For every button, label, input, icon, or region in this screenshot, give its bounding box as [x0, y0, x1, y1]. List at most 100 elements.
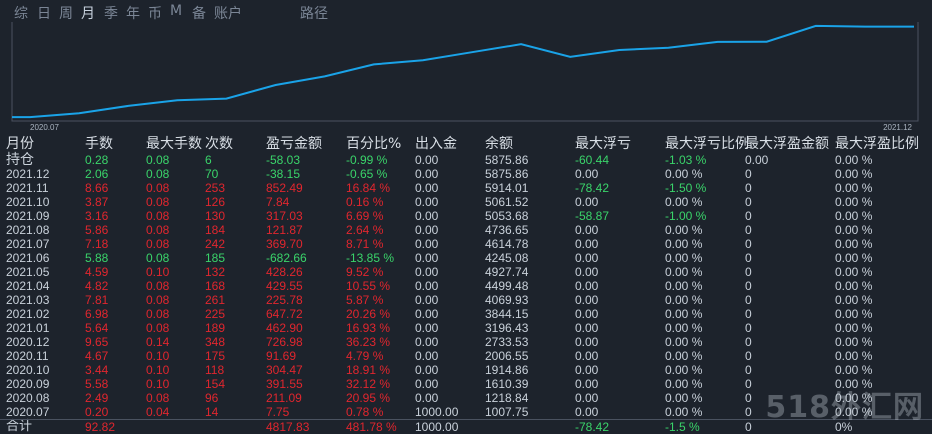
tab-7[interactable]: 币 — [148, 3, 162, 23]
tab-2[interactable]: 日 — [37, 3, 51, 23]
cell-month: 2021.10 — [6, 195, 50, 209]
table-row[interactable]: 持仓 0.28 0.08 6 -58.03 -0.99 % 0.00 5875.86 -60.4… — [0, 153, 932, 167]
header-percent[interactable]: 百分比% — [346, 136, 401, 153]
tab-8[interactable]: M — [170, 3, 182, 19]
cell-max-float-profit: 0 — [745, 195, 752, 209]
cell-max-float-loss: 0.00 — [575, 307, 599, 321]
cell-lots: 5.86 — [85, 223, 109, 237]
cell-percent: -0.65 % — [346, 167, 388, 181]
table-header: 月份 手数 最大手数 次数 盈亏金额 百分比% 出入金 余额 最大浮亏 最大浮亏比例 最大浮盈金额最… — [0, 136, 932, 153]
cell-count: 184 — [205, 223, 226, 237]
cell-max-float-loss: 0.00 — [575, 251, 599, 265]
cell-pnl: 391.55 — [266, 377, 303, 391]
cell-pnl: 462.90 — [266, 321, 303, 335]
tab-11[interactable]: 路径 — [300, 3, 328, 23]
cell-max-float-loss: 0.00 — [575, 391, 599, 405]
cell-percent: 18.91 % — [346, 363, 391, 377]
tab-4[interactable]: 月 — [81, 3, 95, 23]
table-row[interactable]: 2020.10 3.44 0.10 118 304.47 18.91 % 0.00 1914.… — [0, 363, 932, 377]
cell-count: 70 — [205, 167, 219, 181]
cell-deposit: 0.00 — [415, 265, 439, 279]
table-row[interactable]: 2021.10 3.87 0.08 126 7.84 0.16 % 0.00 5061.52 0… — [0, 195, 932, 209]
table-row[interactable]: 2021.07 7.18 0.08 242 369.70 8.71 % 0.00 4614.7… — [0, 237, 932, 251]
cell-percent: 16.93 % — [346, 321, 391, 335]
table-row[interactable]: 2021.12 2.06 0.08 70 -38.15 -0.65 % 0.00 5875.8… — [0, 167, 932, 181]
cell-month: 2021.03 — [6, 293, 50, 307]
cell-percent: 32.12 % — [346, 377, 391, 391]
tab-9[interactable]: 备 — [192, 3, 206, 23]
cell-deposit: 0.00 — [415, 335, 439, 349]
cell-percent: 0.16 % — [346, 195, 384, 209]
cell-balance: 4927.74 — [485, 265, 529, 279]
header-month[interactable]: 月份 — [6, 136, 34, 153]
cell-balance: 1914.86 — [485, 363, 529, 377]
cell-month: 持仓 — [6, 152, 34, 168]
cell-max-float-loss-pct: 0.00 % — [665, 223, 703, 237]
tab-1[interactable]: 综 — [14, 3, 28, 23]
cell-pnl: -682.66 — [266, 251, 307, 265]
cell-lots: 4.67 — [85, 349, 109, 363]
header-max-float-profit-pct[interactable]: 最大浮盈比例 — [835, 136, 919, 153]
tab-3[interactable]: 周 — [59, 3, 73, 23]
cell-max-float-profit: 0 — [745, 349, 752, 363]
header-max-float-loss-pct[interactable]: 最大浮亏比例 — [665, 136, 749, 153]
table-row[interactable]: 2021.04 4.82 0.08 168 429.55 10.55 % 0.00 4499.… — [0, 279, 932, 293]
cell-max-lots: 0.10 — [146, 265, 170, 279]
header-max-float-profit[interactable]: 最大浮盈金额 — [745, 136, 829, 153]
cell-max-float-loss: 0.00 — [575, 377, 599, 391]
cell-deposit: 1000.00 — [415, 405, 459, 419]
cell-pnl: -58.03 — [266, 153, 301, 167]
cell-max-float-loss: 0.00 — [575, 349, 599, 363]
table-row[interactable]: 2021.08 5.86 0.08 184 121.87 2.64 % 0.00 4736.6… — [0, 223, 932, 237]
table-row[interactable]: 2021.02 6.98 0.08 225 647.72 20.26 % 0.00 3844.… — [0, 307, 932, 321]
cell-deposit: 0.00 — [415, 167, 439, 181]
cell-month: 2020.12 — [6, 335, 50, 349]
cell-max-float-profit: 0 — [745, 167, 752, 181]
table-row[interactable]: 2021.05 4.59 0.10 132 428.26 9.52 % 0.00 4927.7… — [0, 265, 932, 279]
tab-5[interactable]: 季 — [104, 3, 118, 23]
table-row[interactable]: 2021.11 8.66 0.08 253 852.49 16.84 % 0.00 5914.… — [0, 181, 932, 195]
cell-max-lots: 0.08 — [146, 195, 170, 209]
cell-month: 2021.08 — [6, 223, 50, 237]
cell-max-float-profit: 0 — [745, 363, 752, 377]
cell-max-float-profit: 0 — [745, 321, 752, 335]
table-row[interactable]: 2021.06 5.88 0.08 185 -682.66 -13.85 % 0.00 424… — [0, 251, 932, 265]
cell-count: 6 — [205, 153, 212, 167]
cell-pnl: 647.72 — [266, 307, 303, 321]
cell-deposit: 0.00 — [415, 181, 439, 195]
tab-10[interactable]: 账户 — [214, 3, 242, 23]
cell-max-float-profit: 0 — [745, 335, 752, 349]
table-row[interactable]: 2020.11 4.67 0.10 175 91.69 4.79 % 0.00 2006.55… — [0, 349, 932, 363]
header-balance[interactable]: 余额 — [485, 136, 513, 153]
cell-max-float-profit: 0 — [745, 293, 752, 307]
cell-max-float-profit-pct: 0.00 % — [835, 195, 873, 209]
cell-max-float-loss-pct: 0.00 % — [665, 321, 703, 335]
cell-count: 118 — [205, 363, 225, 377]
cell-max-lots: 0.08 — [146, 251, 170, 265]
header-count[interactable]: 次数 — [205, 136, 233, 153]
table-row[interactable]: 2021.03 7.81 0.08 261 225.78 5.87 % 0.00 4069.9… — [0, 293, 932, 307]
cell-pnl: 317.03 — [266, 209, 303, 223]
header-deposit[interactable]: 出入金 — [415, 136, 457, 153]
table-row[interactable]: 2021.09 3.16 0.08 130 317.03 6.69 % 0.00 5053.6… — [0, 209, 932, 223]
cell-max-float-loss-pct: 0.00 % — [665, 237, 703, 251]
cell-balance: 4736.65 — [485, 223, 529, 237]
cell-percent: 36.23 % — [346, 335, 391, 349]
cell-pnl: 429.55 — [266, 279, 303, 293]
cell-max-lots: 0.10 — [146, 349, 170, 363]
cell-max-float-profit: 0 — [745, 307, 752, 321]
cell-deposit: 0.00 — [415, 223, 439, 237]
table-row[interactable]: 2020.12 9.65 0.14 348 726.98 36.23 % 0.00 2733.… — [0, 335, 932, 349]
header-lots[interactable]: 手数 — [85, 136, 113, 153]
tab-6[interactable]: 年 — [126, 3, 140, 23]
header-pnl[interactable]: 盈亏金额 — [266, 136, 322, 153]
cell-count: 261 — [205, 293, 226, 307]
cell-pnl: 369.70 — [266, 237, 303, 251]
cell-lots: 4.59 — [85, 265, 109, 279]
cell-max-float-profit: 0.00 — [745, 153, 769, 167]
table-row[interactable]: 2021.01 5.64 0.08 189 462.90 16.93 % 0.00 3196.… — [0, 321, 932, 335]
cell-max-float-profit-pct: 0.00 % — [835, 307, 873, 321]
cell-max-lots: 0.10 — [146, 377, 170, 391]
header-max-float-loss[interactable]: 最大浮亏 — [575, 136, 631, 153]
header-max-lots[interactable]: 最大手数 — [146, 136, 202, 153]
